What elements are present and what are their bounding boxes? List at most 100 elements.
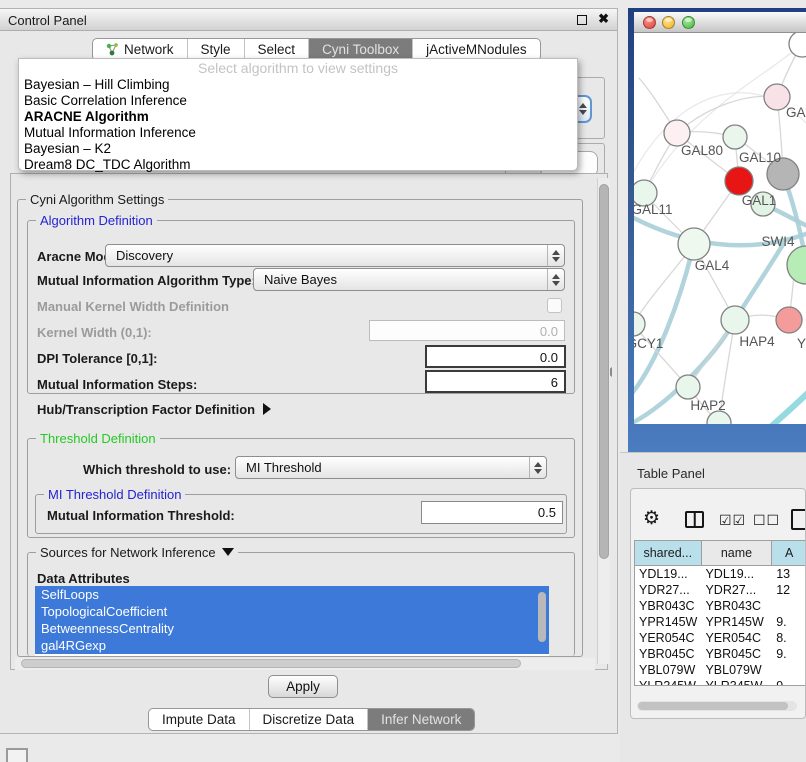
- table-cell: 8.: [772, 630, 806, 646]
- table-header-row: shared...nameA: [635, 541, 806, 566]
- minimize-traffic-light-icon[interactable]: [662, 16, 675, 29]
- stepper-up-icon: [579, 103, 587, 108]
- table-row[interactable]: YDR27...YDR27...12: [635, 582, 806, 598]
- tab-style[interactable]: Style: [187, 39, 244, 60]
- mi-algorithm-type-select[interactable]: Naive Bayes: [253, 268, 565, 291]
- list-scrollbar-thumb[interactable]: [538, 592, 546, 642]
- table-row[interactable]: YDL19...YDL19...13: [635, 566, 806, 582]
- algorithm-option-aracne-algorithm[interactable]: ARACNE Algorithm: [19, 109, 577, 125]
- aracne-mode-select[interactable]: Discovery: [105, 244, 565, 267]
- tab-select[interactable]: Select: [244, 39, 309, 60]
- node-gal4[interactable]: [678, 228, 710, 260]
- table-row[interactable]: YER054CYER054C8.: [635, 630, 806, 646]
- gear-icon[interactable]: ⚙: [643, 508, 660, 530]
- tab-label: Network: [124, 42, 174, 57]
- tab-impute-data[interactable]: Impute Data: [149, 709, 249, 730]
- algorithm-option-basic-correlation-inference[interactable]: Basic Correlation Inference: [19, 93, 577, 109]
- mi-threshold-field[interactable]: 0.5: [421, 501, 563, 524]
- table-panel: Table Panel ⚙ ☑☑ ☐☐ shared...nameA YDL19…: [620, 452, 806, 762]
- dpi-tolerance-label: DPI Tolerance [0,1]:: [37, 351, 157, 366]
- tab-label: Infer Network: [381, 712, 461, 727]
- attribute-item-gal4rgexp[interactable]: gal4RGexp: [35, 637, 549, 654]
- network-edge[interactable]: [766, 385, 806, 424]
- expanded-arrow-icon: [222, 548, 234, 556]
- attribute-item-betweennesscentrality[interactable]: BetweennessCentrality: [35, 620, 549, 637]
- mi-threshold-label: Mutual Information Threshold:: [47, 508, 235, 523]
- node-salmon[interactable]: [776, 307, 802, 333]
- tab-network[interactable]: Network: [93, 39, 187, 60]
- split-columns-icon[interactable]: [685, 511, 704, 528]
- apply-button[interactable]: Apply: [268, 675, 338, 698]
- node-swi4[interactable]: [787, 246, 806, 284]
- node-hap2[interactable]: [676, 375, 700, 399]
- node-gal10[interactable]: [723, 125, 747, 149]
- table-cell: YDR27...: [635, 582, 701, 598]
- tab-cyni-toolbox[interactable]: Cyni Toolbox: [308, 39, 412, 60]
- algorithm-option-dream8-dc-tdc-algorithm[interactable]: Dream8 DC_TDC Algorithm: [19, 157, 577, 173]
- checked-boxes-icon[interactable]: ☑☑: [719, 512, 746, 529]
- algorithm-dropdown-items: Bayesian – Hill ClimbingBasic Correlatio…: [19, 77, 577, 173]
- collapsed-arrow-icon: [263, 403, 271, 415]
- settings-horizontal-scrollbar[interactable]: [15, 658, 595, 670]
- node-gal1[interactable]: [725, 167, 753, 195]
- node-unlabeled-top[interactable]: [789, 33, 806, 57]
- algorithm-option-mutual-information-inference[interactable]: Mutual Information Inference: [19, 125, 577, 141]
- table-row[interactable]: YBL079WYBL079W: [635, 662, 806, 678]
- table-horizontal-scrollbar-thumb[interactable]: [638, 702, 788, 710]
- column-header-shared[interactable]: shared...: [635, 541, 702, 565]
- mi-steps-label: Mutual Information Steps:: [37, 377, 197, 392]
- which-threshold-select[interactable]: MI Threshold: [235, 456, 547, 479]
- table-row[interactable]: YPR145WYPR145W9.: [635, 614, 806, 630]
- manual-kernel-width-label: Manual Kernel Width Definition: [37, 299, 229, 314]
- node-gcy1[interactable]: [634, 312, 645, 336]
- column-header-a[interactable]: A: [772, 541, 806, 565]
- algorithm-option-bayesian-k2[interactable]: Bayesian – K2: [19, 141, 577, 157]
- table-cell: 9.: [772, 614, 806, 630]
- network-canvas[interactable]: GALGAL80GAL10GAL1GAL11SWI4GAL4GCY1HAP4YH…: [634, 33, 806, 424]
- tab-label: Cyni Toolbox: [322, 42, 399, 57]
- table-row[interactable]: YLR345WYLR345W9.: [635, 678, 806, 686]
- minimized-panel-icon[interactable]: [6, 748, 28, 762]
- manual-kernel-width-checkbox[interactable]: [547, 298, 562, 313]
- network-window-titlebar[interactable]: [634, 12, 806, 33]
- close-traffic-light-icon[interactable]: [643, 16, 656, 29]
- attribute-item-selfloops[interactable]: SelfLoops: [35, 586, 549, 603]
- hub-definition-toggle[interactable]: Hub/Transcription Factor Definition: [37, 402, 271, 417]
- tab-discretize-data[interactable]: Discretize Data: [249, 709, 368, 730]
- node-label-y: Y: [797, 336, 806, 351]
- mi-threshold-definition-title: MI Threshold Definition: [44, 487, 185, 502]
- stepper-up-icon: [552, 250, 560, 255]
- table-row[interactable]: YBR043CYBR043C: [635, 598, 806, 614]
- document-icon[interactable]: [791, 509, 806, 530]
- settings-vertical-scrollbar[interactable]: [597, 178, 610, 664]
- tab-infer-network[interactable]: Infer Network: [367, 709, 474, 730]
- tab-jactivemnodules[interactable]: jActiveMNodules: [412, 39, 540, 60]
- dpi-tolerance-field[interactable]: 0.0: [425, 345, 566, 368]
- node-label-gcy1: GCY1: [634, 336, 663, 351]
- table-cell: [772, 598, 806, 614]
- table-horizontal-scrollbar[interactable]: [637, 701, 797, 711]
- data-attributes-list[interactable]: SelfLoopsTopologicalCoefficientBetweenne…: [35, 586, 549, 656]
- kernel-width-field[interactable]: 0.0: [369, 320, 565, 341]
- control-panel-title: Control Panel: [8, 13, 87, 28]
- zoom-traffic-light-icon[interactable]: [682, 16, 695, 29]
- table-row[interactable]: YBR045CYBR045C9.: [635, 646, 806, 662]
- sources-group-title[interactable]: Sources for Network Inference: [36, 545, 238, 560]
- node-label-gal10: GAL10: [739, 150, 781, 165]
- close-icon[interactable]: ✖: [598, 11, 609, 27]
- algorithm-option-bayesian-hill-climbing[interactable]: Bayesian – Hill Climbing: [19, 77, 577, 93]
- node-hap4[interactable]: [721, 306, 749, 334]
- mi-steps-field[interactable]: 6: [425, 370, 566, 393]
- table-rows: YDL19...YDL19...13YDR27...YDR27...12YBR0…: [635, 566, 806, 686]
- which-threshold-label: Which threshold to use:: [83, 462, 231, 477]
- attribute-item-topologicalcoefficient[interactable]: TopologicalCoefficient: [35, 603, 549, 620]
- float-window-icon[interactable]: [577, 15, 587, 25]
- settings-horizontal-scrollbar-thumb[interactable]: [21, 659, 521, 668]
- unchecked-boxes-icon[interactable]: ☐☐: [753, 512, 780, 529]
- stepper-down-icon: [552, 281, 560, 286]
- settings-vertical-scrollbar-thumb[interactable]: [599, 184, 609, 559]
- column-header-name[interactable]: name: [702, 541, 773, 565]
- table-cell: YER054C: [635, 630, 701, 646]
- table-cell: YPR145W: [635, 614, 701, 630]
- network-icon: [106, 43, 119, 56]
